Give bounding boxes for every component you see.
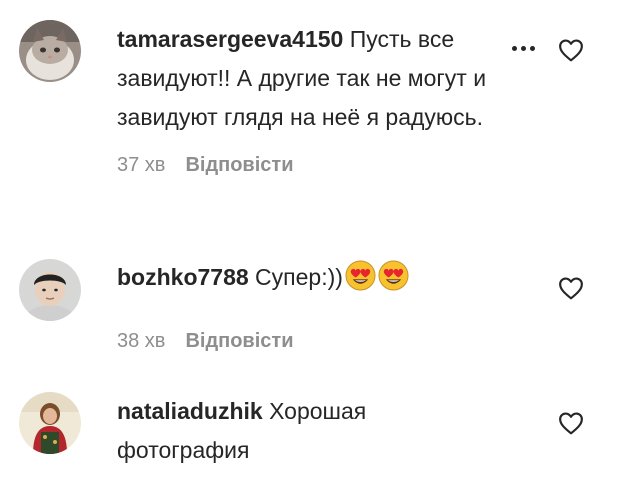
cat-avatar-icon[interactable] [19, 20, 81, 82]
comment-username[interactable]: bozhko7788 [117, 264, 249, 290]
heart-outline-icon[interactable] [558, 411, 584, 435]
comment-text: nataliaduzhik Хорошая фотография [117, 392, 437, 470]
reply-button[interactable]: Відповісти [185, 330, 293, 352]
comment-body: Супер:)) [255, 264, 343, 290]
comment-username[interactable]: tamarasergeeva4150 [117, 26, 343, 52]
emoji-group [345, 260, 411, 303]
heart-outline-icon[interactable] [558, 38, 584, 62]
heart-outline-icon[interactable] [558, 276, 584, 300]
comment-time[interactable]: 37 хв [117, 154, 165, 176]
heart-eyes-emoji [345, 260, 376, 291]
comment-meta: 37 хв Відповісти [117, 153, 557, 177]
heart-eyes-emoji [378, 260, 409, 291]
child-avatar-icon[interactable] [19, 259, 81, 321]
woman-avatar-icon[interactable] [19, 392, 81, 454]
comment-meta: 38 хв Відповісти [117, 329, 557, 353]
more-options-icon[interactable] [503, 36, 543, 60]
reply-button[interactable]: Відповісти [185, 154, 293, 176]
comment-username[interactable]: nataliaduzhik [117, 398, 263, 424]
comment-time[interactable]: 38 хв [117, 330, 165, 352]
comment-text: tamarasergeeva4150 Пусть все завидуют!! … [117, 20, 557, 137]
comment-text: bozhko7788 Супер:)) [117, 258, 557, 303]
